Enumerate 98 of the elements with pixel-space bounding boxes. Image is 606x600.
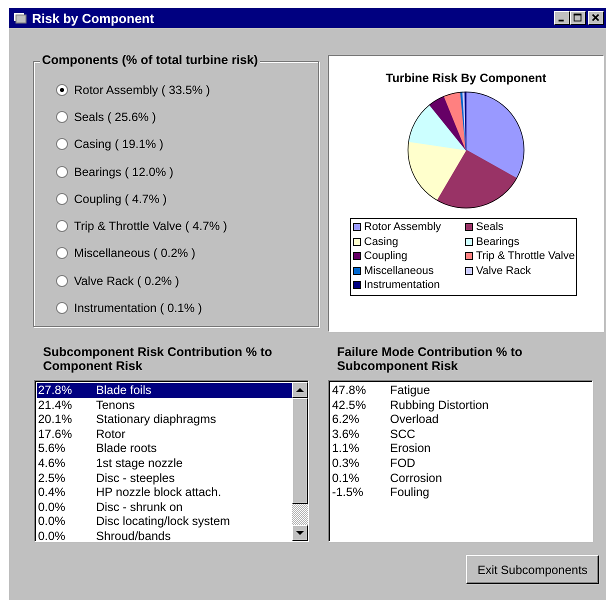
- list-row[interactable]: 0.0% Shroud/bands: [37, 528, 292, 544]
- list-row[interactable]: -1.5% Fouling: [331, 485, 592, 500]
- radio-label[interactable]: Coupling ( 4.7% ): [74, 192, 167, 206]
- list-row[interactable]: 6.2% Overload: [331, 412, 592, 427]
- radio-button[interactable]: [56, 192, 68, 205]
- exit-subcomponents-button[interactable]: Exit Subcomponents: [466, 555, 599, 584]
- percent-text: 2.5%: [38, 470, 66, 486]
- percent-text: 42.5%: [332, 398, 368, 412]
- item-name: Corrosion: [390, 470, 444, 486]
- radio-label[interactable]: Miscellaneous ( 0.2% ): [74, 246, 196, 260]
- percent-text: 0.3%: [332, 456, 360, 471]
- item-name: FOD: [390, 456, 416, 471]
- percent-text: 6.2%: [332, 412, 360, 427]
- group-title: Components (% of total turbine risk): [40, 53, 260, 67]
- legend-label: Rotor Assembly: [364, 220, 442, 234]
- list-row[interactable]: 3.6% SCC: [331, 426, 592, 442]
- radio-label[interactable]: Instrumentation ( 0.1% ): [74, 301, 202, 316]
- percent-text: 17.6%: [38, 426, 74, 442]
- percent-text: -1.5%: [332, 485, 364, 500]
- list-row[interactable]: 2.5% Disc - steeples: [37, 470, 292, 486]
- item-name: Fatigue: [390, 383, 432, 398]
- maximize-icon[interactable]: [570, 11, 586, 25]
- percent-text: 1.1%: [332, 441, 360, 456]
- item-name: Disc locating/lock system: [96, 514, 232, 529]
- list-row[interactable]: 0.0% Disc - shrunk on: [37, 500, 292, 514]
- list-row[interactable]: 0.4% HP nozzle block attach.: [37, 485, 292, 500]
- item-name: SCC: [390, 426, 416, 442]
- item-name: 1st stage nozzle: [96, 456, 184, 471]
- scroll-up-icon[interactable]: [292, 382, 308, 398]
- radio-button[interactable]: [56, 274, 68, 287]
- list-row[interactable]: 20.1% Stationary diaphragms: [37, 412, 292, 427]
- item-name: Tenons: [96, 398, 136, 412]
- item-name: HP nozzle block attach.: [96, 485, 222, 500]
- list-row[interactable]: 21.4% Tenons: [37, 398, 292, 412]
- item-name: Blade foils: [96, 383, 152, 398]
- chart-title: Turbine Risk By Component: [384, 71, 548, 85]
- percent-text: 21.4%: [38, 398, 74, 412]
- list-row[interactable]: 42.5% Rubbing Distortion: [331, 398, 592, 412]
- radio-label[interactable]: Seals ( 25.6% ): [74, 110, 156, 124]
- radio-button[interactable]: [56, 110, 68, 123]
- percent-text: 27.8%: [38, 383, 74, 398]
- percent-text: 0.0%: [38, 528, 66, 544]
- item-name: Overload: [390, 412, 440, 427]
- percent-text: 0.4%: [38, 485, 66, 500]
- list-row[interactable]: 0.0% Disc locating/lock system: [37, 514, 292, 529]
- percent-text: 5.6%: [38, 441, 66, 456]
- list-row[interactable]: 1.1% Erosion: [331, 441, 592, 456]
- legend-label: Trip & Throttle Valve: [476, 249, 575, 264]
- list-row[interactable]: 0.1% Corrosion: [331, 470, 592, 486]
- item-name: Rotor: [96, 426, 126, 442]
- percent-text: 0.0%: [38, 500, 66, 514]
- percent-text: 20.1%: [38, 412, 74, 427]
- radio-label[interactable]: Bearings ( 12.0% ): [74, 164, 174, 179]
- radio-button[interactable]: [56, 220, 68, 232]
- legend-label: Coupling: [364, 249, 408, 264]
- window-title: Risk by Component: [32, 10, 156, 26]
- list-heading: Failure Mode Contribution % to Subcomponent Risk: [337, 345, 524, 373]
- list-row[interactable]: 17.6% Rotor: [37, 426, 292, 442]
- legend-label: Casing: [364, 234, 398, 249]
- percent-text: 0.1%: [332, 470, 360, 486]
- legend-label: Valve Rack: [476, 264, 531, 278]
- percent-text: 0.0%: [38, 514, 66, 529]
- item-name: Shroud/bands: [96, 528, 172, 544]
- list-row[interactable]: 4.6% 1st stage nozzle: [37, 456, 292, 471]
- list-row[interactable]: 27.8% Blade foils: [37, 383, 292, 398]
- radio-button[interactable]: [56, 247, 68, 260]
- list-row[interactable]: 0.3% FOD: [331, 456, 592, 471]
- percent-text: 3.6%: [332, 426, 360, 442]
- item-name: Fouling: [390, 485, 430, 500]
- list-heading: Subcomponent Risk Contribution % to Component Risk: [43, 345, 274, 373]
- radio-button[interactable]: [56, 302, 68, 314]
- item-name: Disc - shrunk on: [96, 500, 184, 514]
- item-name: Rubbing Distortion: [390, 398, 490, 412]
- app-icon: [13, 12, 27, 24]
- radio-label[interactable]: Rotor Assembly ( 33.5% ): [74, 82, 210, 97]
- radio-button[interactable]: [56, 166, 68, 178]
- item-name: Stationary diaphragms: [96, 412, 218, 427]
- scrollbar[interactable]: [292, 382, 308, 541]
- legend-label: Miscellaneous: [364, 264, 434, 278]
- minimize-icon[interactable]: [554, 11, 570, 25]
- radio-button[interactable]: [56, 84, 68, 96]
- item-name: Erosion: [390, 441, 432, 456]
- scroll-down-icon[interactable]: [292, 525, 308, 541]
- item-name: Disc - steeples: [96, 470, 176, 486]
- list-row[interactable]: 5.6% Blade roots: [37, 441, 292, 456]
- item-name: Blade roots: [96, 441, 158, 456]
- radio-label[interactable]: Valve Rack ( 0.2% ): [74, 274, 180, 288]
- close-icon[interactable]: [588, 11, 604, 25]
- percent-text: 47.8%: [332, 383, 368, 398]
- legend-label: Seals: [476, 220, 504, 234]
- percent-text: 4.6%: [38, 456, 66, 471]
- legend-label: Instrumentation: [364, 278, 440, 292]
- radio-button[interactable]: [56, 138, 68, 150]
- radio-label[interactable]: Casing ( 19.1% ): [74, 137, 164, 152]
- scroll-thumb[interactable]: [292, 398, 308, 504]
- list-row[interactable]: 47.8% Fatigue: [331, 383, 592, 398]
- legend-label: Bearings: [476, 234, 520, 249]
- radio-label[interactable]: Trip & Throttle Valve ( 4.7% ): [74, 219, 228, 234]
